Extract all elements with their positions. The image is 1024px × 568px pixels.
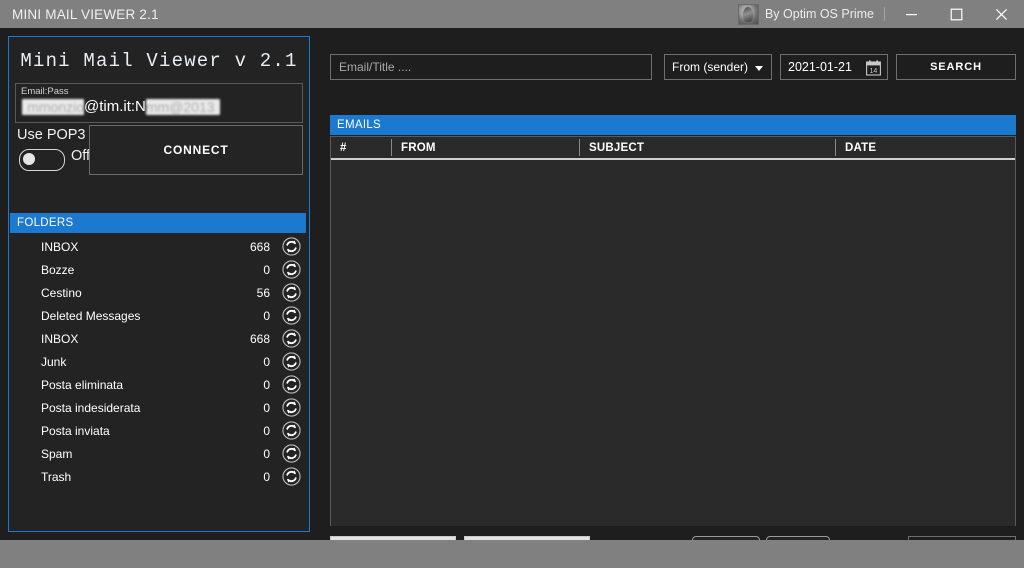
folder-count: 0 (263, 423, 270, 438)
minimize-button[interactable] (889, 0, 934, 28)
close-icon (995, 8, 1008, 20)
pop3-label: Use POP3 (17, 127, 86, 143)
folder-name: Trash (41, 469, 72, 484)
maximize-icon (950, 8, 963, 20)
credentials-field[interactable]: Email:Pass mmonzio @tim.it:N mm@2013 (15, 83, 303, 123)
folder-row[interactable]: Junk 0 (10, 350, 306, 373)
refresh-icon[interactable] (282, 352, 301, 371)
folders-header: FOLDERS (10, 213, 306, 233)
folder-count: 0 (263, 469, 270, 484)
folder-row[interactable]: Trash 0 (10, 465, 306, 488)
folder-count: 668 (249, 331, 270, 346)
window-title: MINI MAIL VIEWER 2.1 (12, 6, 159, 22)
connect-button[interactable]: CONNECT (89, 125, 303, 175)
titlebar-divider (884, 7, 885, 21)
calendar-day: 14 (870, 68, 878, 75)
emails-grid-body[interactable] (331, 160, 1015, 526)
search-toolbar: From (sender) 2021-01-21 14 SEARCH (330, 54, 1016, 80)
sender-filter-value: From (sender) (672, 60, 749, 74)
folder-name: Spam (41, 446, 73, 461)
folder-count: 56 (256, 285, 270, 300)
refresh-icon[interactable] (282, 306, 301, 325)
refresh-icon[interactable] (282, 283, 301, 302)
folder-name: Posta inviata (41, 423, 110, 438)
column-header-date[interactable]: DATE (836, 137, 1015, 158)
calendar-icon[interactable]: 14 (866, 60, 881, 76)
pop3-toggle[interactable] (19, 149, 65, 171)
left-panel: Mini Mail Viewer v 2.1 Email:Pass mmonzi… (8, 36, 310, 532)
maximize-button[interactable] (934, 0, 979, 28)
folder-row[interactable]: INBOX 668 (10, 235, 306, 258)
emails-grid-header-row: # FROM SUBJECT DATE (331, 137, 1015, 160)
folder-row[interactable]: INBOX 668 (10, 327, 306, 350)
close-button[interactable] (979, 0, 1024, 28)
credentials-redacted-suffix: mm@2013 (145, 98, 220, 115)
folder-row[interactable]: Deleted Messages 0 (10, 304, 306, 327)
folder-count: 668 (249, 239, 270, 254)
column-header-subject[interactable]: SUBJECT (580, 137, 835, 158)
app-heading: Mini Mail Viewer v 2.1 (20, 50, 298, 72)
folders-list: INBOX 668 Bozze 0 Cestino 56 Deleted Mes… (10, 235, 306, 529)
column-header-from[interactable]: FROM (392, 137, 579, 158)
refresh-icon[interactable] (282, 467, 301, 486)
folder-name: Cestino (41, 285, 82, 300)
avatar-logo-icon (737, 3, 759, 25)
refresh-icon[interactable] (282, 444, 301, 463)
folder-name: INBOX (41, 331, 79, 346)
emails-header-label: EMAILS (337, 119, 381, 131)
window-titlebar: MINI MAIL VIEWER 2.1 By Optim OS Prime (0, 0, 1024, 28)
pop3-toggle-state: Off (71, 148, 91, 164)
folder-count: 0 (263, 377, 270, 392)
folder-name: Posta indesiderata (41, 400, 141, 415)
folder-name: Junk (41, 354, 67, 369)
search-input[interactable] (330, 54, 652, 80)
folder-count: 0 (263, 354, 270, 369)
credentials-value: mmonzio @tim.it:N mm@2013 (22, 98, 220, 115)
folders-header-label: FOLDERS (17, 217, 74, 229)
folder-count: 0 (263, 262, 270, 277)
folder-name: Deleted Messages (41, 308, 141, 323)
folder-count: 0 (263, 400, 270, 415)
titlebar-right-group: By Optim OS Prime (737, 0, 1024, 28)
folder-row[interactable]: Spam 0 (10, 442, 306, 465)
window-content: Mini Mail Viewer v 2.1 Email:Pass mmonzi… (0, 28, 1024, 562)
date-picker[interactable]: 2021-01-21 14 (780, 54, 888, 80)
folder-row[interactable]: Posta indesiderata 0 (10, 396, 306, 419)
right-panel: From (sender) 2021-01-21 14 SEARCH (322, 36, 1016, 562)
credentials-visible-middle: @tim.it:N (84, 98, 146, 115)
folder-row[interactable]: Bozze 0 (10, 258, 306, 281)
refresh-icon[interactable] (282, 398, 301, 417)
emails-grid: # FROM SUBJECT DATE (330, 136, 1016, 526)
column-header-index[interactable]: # (331, 137, 391, 158)
refresh-icon[interactable] (282, 260, 301, 279)
chevron-down-icon (755, 66, 763, 71)
refresh-icon[interactable] (282, 375, 301, 394)
brand-label: By Optim OS Prime (764, 7, 874, 21)
refresh-icon[interactable] (282, 329, 301, 348)
desktop-strip (0, 540, 1024, 568)
refresh-icon[interactable] (282, 237, 301, 256)
sender-filter-dropdown[interactable]: From (sender) (664, 54, 772, 80)
toggle-knob (23, 153, 35, 165)
folder-row[interactable]: Cestino 56 (10, 281, 306, 304)
mini-mail-viewer-window: MINI MAIL VIEWER 2.1 By Optim OS Prime M… (0, 0, 1024, 568)
folder-row[interactable]: Posta eliminata 0 (10, 373, 306, 396)
folder-row[interactable]: Posta inviata 0 (10, 419, 306, 442)
folder-count: 0 (263, 308, 270, 323)
search-button[interactable]: SEARCH (896, 54, 1016, 80)
date-value: 2021-01-21 (788, 60, 852, 74)
folder-name: Bozze (41, 262, 75, 277)
folder-name: INBOX (41, 239, 79, 254)
folder-name: Posta eliminata (41, 377, 124, 392)
credentials-redacted-prefix: mmonzio (22, 98, 84, 115)
credentials-label: Email:Pass (21, 86, 69, 97)
refresh-icon[interactable] (282, 421, 301, 440)
emails-header: EMAILS (330, 115, 1016, 135)
folder-count: 0 (263, 446, 270, 461)
minimize-icon (906, 13, 917, 15)
